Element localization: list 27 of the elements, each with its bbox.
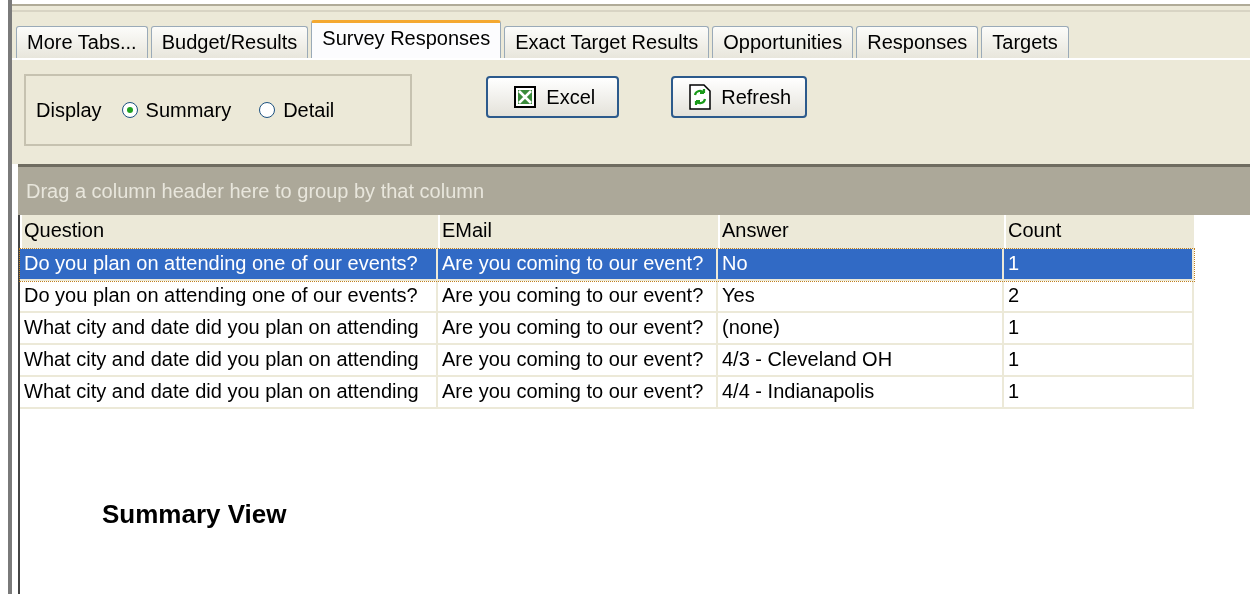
table-row[interactable]: What city and date did you plan on attending Are you coming to our event? (none) 1 (20, 313, 1194, 345)
table-row[interactable]: Do you plan on attending one of our events? Are you coming to our event? No 1 (20, 249, 1194, 281)
table-row[interactable]: What city and date did you plan on attending Are you coming to our event? 4/4 - Indianapolis 1 (20, 377, 1194, 409)
refresh-icon (689, 84, 712, 110)
table-cell: Are you coming to our event? (438, 377, 718, 409)
radio-button[interactable] (259, 102, 276, 118)
radio-option[interactable]: Summary (121, 98, 232, 122)
excel-button[interactable]: Excel (486, 76, 620, 118)
tab[interactable]: Budget/Results (150, 26, 309, 58)
table-cell: 1 (1004, 377, 1194, 409)
tab[interactable]: Targets (981, 26, 1069, 58)
group-by-hint: Drag a column header here to group by that column (26, 179, 485, 203)
tab[interactable]: Responses (856, 26, 979, 58)
tab[interactable]: More Tabs... (16, 26, 148, 58)
table-cell: 4/4 - Indianapolis (718, 377, 1004, 409)
display-label: Display (36, 98, 102, 122)
tab[interactable]: Survey Responses (311, 20, 502, 58)
summary-view-caption: Summary View (102, 499, 287, 530)
refresh-button[interactable]: Refresh (671, 76, 808, 118)
table-row[interactable]: What city and date did you plan on attending Are you coming to our event? 4/3 - Cleveland OH 1 (20, 345, 1194, 377)
radio-button[interactable] (121, 102, 138, 118)
table-row[interactable]: Do you plan on attending one of our events? Are you coming to our event? Yes 2 (20, 281, 1194, 313)
radio-option[interactable]: Detail (259, 98, 335, 122)
spreadsheet-icon (514, 86, 537, 108)
table-cell: What city and date did you plan on attending (20, 377, 438, 409)
tab[interactable]: Opportunities (712, 26, 854, 58)
tab[interactable]: Exact Target Results (504, 26, 710, 58)
